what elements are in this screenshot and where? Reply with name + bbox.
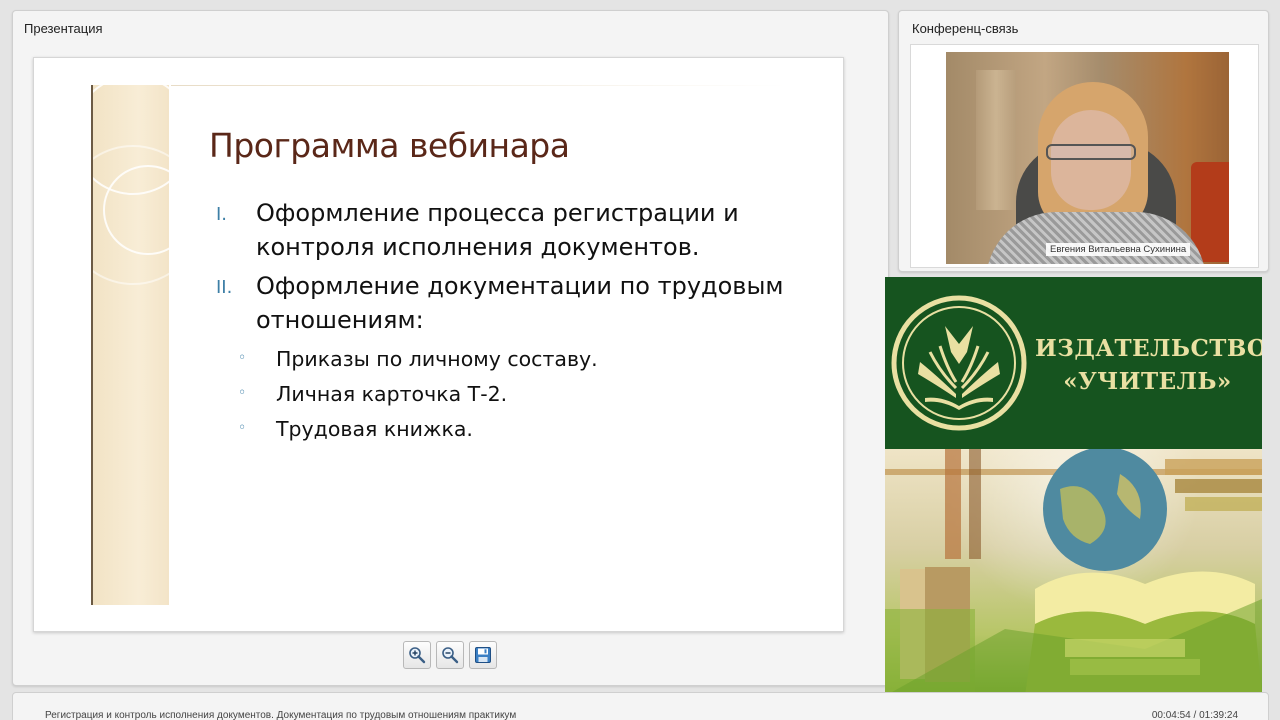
zoom-in-icon (409, 647, 426, 664)
agenda-subitem-text: Личная карточка Т-2. (276, 382, 508, 406)
agenda-item: II. Оформление документации по трудовым … (214, 269, 834, 337)
slide-toolbar (403, 641, 497, 669)
bullet-icon: ◦ (238, 385, 247, 401)
footer-bar: Регистрация и контроль исполнения докуме… (12, 692, 1269, 720)
agenda-item: I. Оформление процесса регистрации и кон… (214, 196, 834, 264)
agenda-subitem: ◦ Приказы по личному составу. (214, 342, 834, 377)
participant-name-label: Евгения Витальевна Сухинина (1046, 243, 1191, 256)
playback-time: 00:04:54 / 01:39:24 (1151, 710, 1238, 720)
conference-panel-title: Конференц-связь (912, 21, 1019, 36)
banner-header: ИЗДАТЕЛЬСТВО «УЧИТЕЛЬ» (885, 277, 1262, 449)
bullet-icon: ◦ (238, 350, 247, 366)
slide-agenda-list: I. Оформление процесса регистрации и кон… (214, 196, 834, 447)
publisher-logo-icon (891, 295, 1027, 431)
conference-panel: Конференц-связь Евгения Витальевна Сухин… (898, 10, 1269, 272)
slide-title: Программа вебинара (209, 126, 570, 165)
zoom-out-icon (442, 647, 459, 664)
zoom-in-button[interactable] (403, 641, 431, 669)
agenda-item-text: Оформление документации по трудовым отно… (256, 272, 784, 334)
agenda-item-number: II. (216, 277, 233, 298)
presentation-slide: Программа вебинара I. Оформление процесс… (33, 57, 844, 632)
publisher-banner: ИЗДАТЕЛЬСТВО «УЧИТЕЛЬ» (885, 277, 1262, 696)
agenda-subitem-text: Трудовая книжка. (276, 417, 473, 441)
slide-decor-line (171, 85, 786, 86)
bullet-icon: ◦ (238, 420, 247, 436)
video-frame: Евгения Витальевна Сухинина (910, 44, 1259, 268)
participant-video[interactable]: Евгения Витальевна Сухинина (946, 52, 1229, 264)
slide-decor-strip (91, 85, 169, 605)
banner-books-image (885, 449, 1262, 696)
agenda-item-number: I. (216, 204, 228, 225)
publisher-name: ИЗДАТЕЛЬСТВО «УЧИТЕЛЬ» (1035, 332, 1262, 398)
presentation-panel: Презентация Программа вебинара I. Оформл… (12, 10, 889, 686)
publisher-name-line2: «УЧИТЕЛЬ» (1063, 368, 1232, 395)
publisher-name-line1: ИЗДАТЕЛЬСТВО (1035, 335, 1262, 362)
save-button[interactable] (469, 641, 497, 669)
agenda-subitem-text: Приказы по личному составу. (276, 347, 598, 371)
presentation-panel-title: Презентация (24, 21, 103, 36)
webinar-title: Регистрация и контроль исполнения докуме… (45, 710, 517, 720)
zoom-out-button[interactable] (436, 641, 464, 669)
agenda-item-text: Оформление процесса регистрации и контро… (256, 199, 739, 261)
save-icon (475, 647, 491, 663)
agenda-subitem: ◦ Личная карточка Т-2. (214, 377, 834, 412)
agenda-subitem: ◦ Трудовая книжка. (214, 412, 834, 447)
